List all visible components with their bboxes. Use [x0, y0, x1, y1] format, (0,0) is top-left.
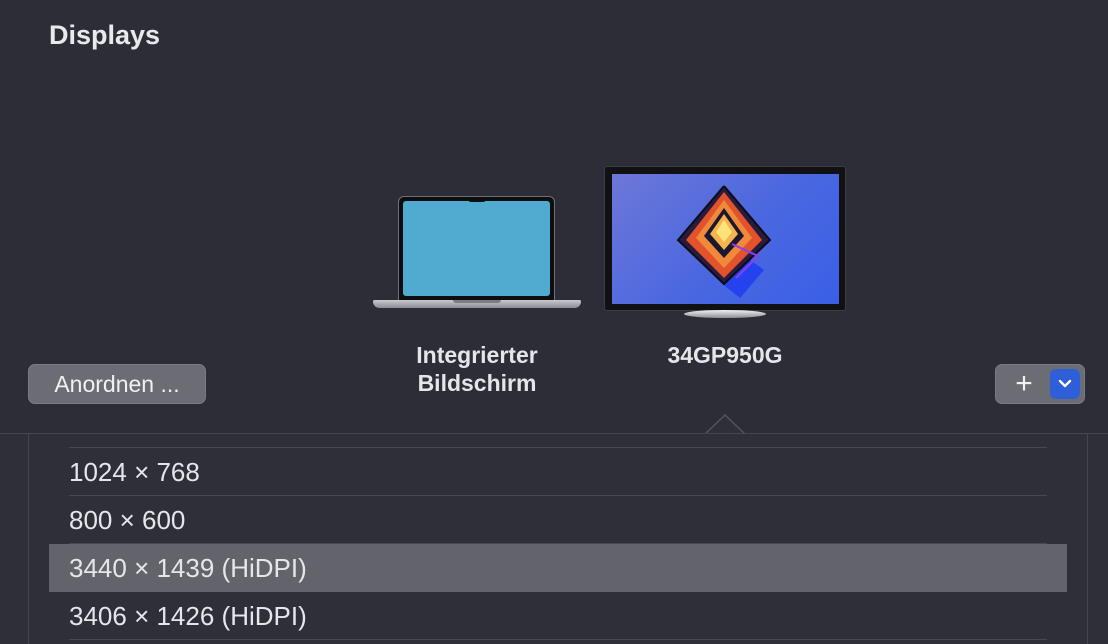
list-item[interactable]: 3406 × 1426 (HiDPI) — [49, 592, 1067, 640]
monitor-stand — [684, 310, 766, 318]
add-display-button[interactable]: + — [1006, 368, 1042, 400]
list-item[interactable]: 800 × 600 — [49, 496, 1067, 544]
laptop-screen — [403, 201, 550, 296]
display-label-line1: Integrierter — [416, 342, 538, 368]
add-display-dropdown[interactable] — [1050, 369, 1080, 399]
resolution-list[interactable]: 1280 × 800 1024 × 768 800 × 600 3440 × 1… — [28, 434, 1088, 644]
resolution-label: 1024 × 768 — [69, 457, 200, 487]
monitor-frame — [604, 166, 846, 311]
resolution-label: 1280 × 800 — [69, 434, 200, 448]
laptop-lid — [398, 196, 555, 301]
resolution-label: 800 × 600 — [69, 505, 186, 535]
wallpaper-pyramid-icon — [676, 185, 772, 298]
laptop-notch — [468, 197, 486, 202]
display-34gp950g[interactable] — [604, 166, 846, 320]
selection-pointer-inner — [706, 416, 744, 434]
resolution-label: 3440 × 1439 (HiDPI) — [69, 553, 307, 583]
chevron-down-icon — [1058, 379, 1072, 388]
list-item[interactable]: 1280 × 800 — [49, 434, 1067, 448]
row-divider — [69, 639, 1047, 640]
display-label-line2: Bildschirm — [417, 370, 537, 396]
display-label-integrated[interactable]: Integrierter Bildschirm — [378, 341, 576, 397]
arrange-button[interactable]: Anordnen ... — [28, 364, 206, 404]
list-item-selected[interactable]: 3440 × 1439 (HiDPI) — [49, 544, 1067, 592]
resolution-label: 3406 × 1426 (HiDPI) — [69, 601, 307, 631]
list-item[interactable]: 1024 × 768 — [49, 448, 1067, 496]
page-title: Displays — [49, 20, 161, 50]
laptop-base-notch — [453, 300, 501, 303]
monitor-screen — [612, 174, 839, 304]
display-label-34gp950g[interactable]: 34GP950G — [625, 341, 825, 369]
display-integrated[interactable] — [373, 196, 581, 318]
add-display-popup[interactable]: + — [995, 364, 1085, 404]
